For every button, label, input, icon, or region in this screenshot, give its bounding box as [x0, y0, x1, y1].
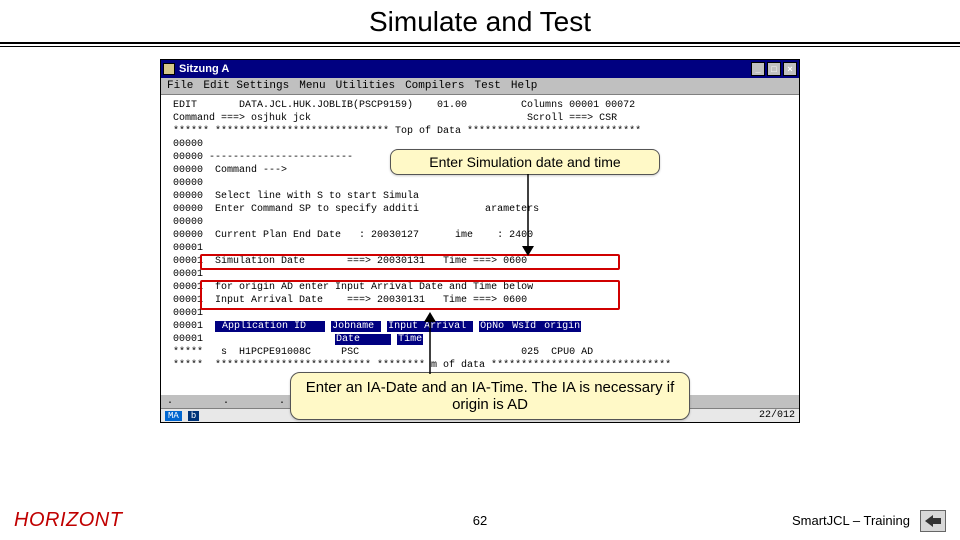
minimize-button[interactable]: _ [751, 62, 765, 76]
cursor-position: 22/012 [759, 410, 795, 421]
term-line: ***** s H1PCPE91008C PSC 025 CPU0 AD [167, 346, 793, 359]
arrow-up-icon [420, 312, 440, 374]
term-line: ****** ***************************** Top… [167, 125, 793, 138]
page-number: 62 [473, 513, 487, 528]
window-titlebar: Sitzung A _ □ × [161, 60, 799, 78]
window-title: Sitzung A [179, 63, 229, 75]
callout-ia: Enter an IA-Date and an IA-Time. The IA … [290, 372, 690, 420]
system-icon [163, 63, 175, 75]
term-line: 00000 Enter Command SP to specify additi… [167, 203, 793, 216]
rule-thin [0, 46, 960, 47]
term-line: 00001 Date Time [167, 333, 793, 346]
callout-simulation: Enter Simulation date and time [390, 149, 660, 175]
footer-course: SmartJCL – Training [792, 513, 910, 528]
arrow-down-icon [518, 174, 538, 256]
term-line: EDIT DATA.JCL.HUK.JOBLIB(PSCP9159) 01.00… [167, 99, 793, 112]
slide-title: Simulate and Test [0, 0, 960, 42]
terminal-body: EDIT DATA.JCL.HUK.JOBLIB(PSCP9159) 01.00… [161, 95, 799, 395]
back-button[interactable] [920, 510, 946, 532]
highlight-simulation-date [200, 254, 620, 270]
menu-compilers[interactable]: Compilers [405, 80, 464, 92]
terminal-window: Sitzung A _ □ × File Edit Settings Menu … [160, 59, 800, 423]
menu-edit-settings[interactable]: Edit Settings [203, 80, 289, 92]
term-line: 00001 Application ID Jobname Input Arriv… [167, 320, 793, 333]
menubar: File Edit Settings Menu Utilities Compil… [161, 78, 799, 95]
status-indicator: MA [165, 411, 182, 421]
status-indicator: b [188, 411, 199, 421]
menu-utilities[interactable]: Utilities [336, 80, 395, 92]
highlight-input-arrival [200, 280, 620, 310]
term-line: Command ===> osjhuk jck Scroll ===> CSR [167, 112, 793, 125]
term-line: 00000 [167, 177, 793, 190]
term-line: 00000 Select line with S to start Simula [167, 190, 793, 203]
maximize-button[interactable]: □ [767, 62, 781, 76]
menu-file[interactable]: File [167, 80, 193, 92]
screenshot-container: Sitzung A _ □ × File Edit Settings Menu … [160, 59, 800, 423]
rule-thick [0, 42, 960, 44]
footer: HORIZONT 62 SmartJCL – Training [0, 509, 960, 532]
menu-test[interactable]: Test [474, 80, 500, 92]
term-line: 00000 [167, 216, 793, 229]
close-button[interactable]: × [783, 62, 797, 76]
menu-menu[interactable]: Menu [299, 80, 325, 92]
term-line: ***** ************************** *******… [167, 359, 793, 372]
arrow-left-icon [925, 515, 941, 527]
brand-logo: HORIZONT [14, 509, 122, 532]
term-line: 00000 Current Plan End Date : 20030127 i… [167, 229, 793, 242]
menu-help[interactable]: Help [511, 80, 537, 92]
